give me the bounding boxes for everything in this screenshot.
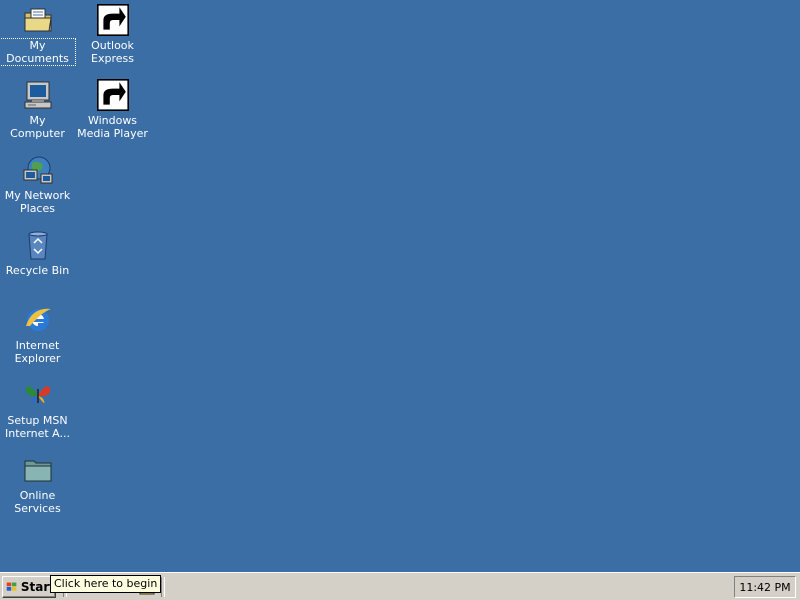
desktop-icon-recycle-bin[interactable]: Recycle Bin	[0, 229, 75, 277]
desktop-icon-label: Windows Media Player	[77, 114, 148, 140]
start-tooltip: Click here to begin	[50, 575, 162, 593]
internet-explorer-icon	[22, 304, 54, 336]
network-places-icon	[22, 154, 54, 186]
desktop-icon-my-documents[interactable]: My Documents	[0, 4, 76, 66]
desktop-icon-setup-msn[interactable]: Setup MSN Internet A...	[0, 379, 75, 440]
outlook-express-icon	[96, 4, 129, 36]
recycle-bin-icon	[22, 229, 54, 261]
computer-icon	[22, 79, 54, 111]
folder-documents-icon	[22, 4, 54, 36]
windows-flag-icon	[6, 582, 17, 591]
quick-launch-separator	[161, 577, 165, 597]
shortcut-arrow-icon	[96, 79, 129, 111]
desktop-icon-label: Online Services	[14, 489, 61, 515]
desktop-icon-outlook-express[interactable]: Outlook Express	[75, 4, 150, 65]
desktop-icon-label: Recycle Bin	[5, 264, 70, 277]
start-button[interactable]: Start	[2, 576, 56, 598]
desktop-icon-windows-media-player[interactable]: Windows Media Player	[75, 79, 150, 140]
desktop-icon-my-network-places[interactable]: My Network Places	[0, 154, 75, 215]
shortcut-arrow-icon	[96, 4, 129, 36]
msn-butterfly-icon	[22, 379, 54, 411]
desktop-icon-online-services[interactable]: Online Services	[0, 454, 75, 515]
desktop-icon-label: My Computer	[10, 114, 65, 140]
desktop-icon-label: Setup MSN Internet A...	[5, 414, 70, 440]
tooltip-text: Click here to begin	[54, 577, 158, 590]
media-player-icon	[96, 79, 129, 111]
desktop-icon-label: My Documents	[0, 38, 76, 66]
desktop[interactable]: My Documents My Computer My Network Plac…	[0, 0, 800, 572]
clock-time: 11:42 PM	[739, 580, 791, 594]
system-tray-clock[interactable]: 11:42 PM	[734, 576, 796, 598]
folder-icon	[22, 454, 54, 486]
desktop-icon-label: My Network Places	[4, 189, 71, 215]
desktop-icon-label: Internet Explorer	[14, 339, 61, 365]
desktop-icon-label: Outlook Express	[91, 39, 134, 65]
desktop-icon-my-computer[interactable]: My Computer	[0, 79, 75, 140]
desktop-icon-internet-explorer[interactable]: Internet Explorer	[0, 304, 75, 365]
